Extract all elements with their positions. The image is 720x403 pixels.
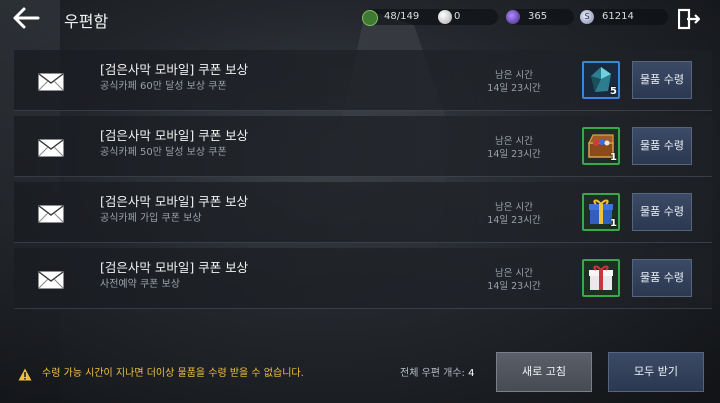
mail-item[interactable]: [검은사막 모바일] 쿠폰 보상 공식카페 가입 쿠폰 보상 남은 시간 14일… — [14, 182, 712, 243]
dark-crystal-icon — [506, 10, 520, 24]
back-arrow-icon[interactable] — [12, 6, 40, 30]
reward-item-count: 5 — [610, 86, 617, 97]
energy-icon — [362, 10, 378, 26]
expiry-warning-text: 수령 가능 시간이 지나면 더이상 물품을 수령 받을 수 없습니다. — [42, 368, 304, 379]
receive-item-button[interactable]: 물품 수령 — [632, 61, 692, 99]
total-mail-count: 전체 우편 개수: 4 — [400, 364, 475, 379]
warning-icon — [18, 366, 32, 381]
resource-energy-value: 48/149 — [384, 11, 420, 22]
remaining-time-value: 14일 23시간 — [487, 149, 541, 160]
envelope-icon — [38, 139, 64, 157]
remaining-time: 남은 시간 14일 23시간 — [484, 201, 544, 227]
receive-item-button[interactable]: 물품 수령 — [632, 193, 692, 231]
refresh-button[interactable]: 새로 고침 — [496, 352, 592, 392]
mail-title: [검은사막 모바일] 쿠폰 보상 — [100, 62, 249, 77]
mail-subtitle: 사전예약 쿠폰 보상 — [100, 279, 180, 290]
mail-item[interactable]: [검은사막 모바일] 쿠폰 보상 사전예약 쿠폰 보상 남은 시간 14일 23… — [14, 248, 712, 309]
pearl-icon — [438, 10, 452, 24]
mail-title: [검은사막 모바일] 쿠폰 보상 — [100, 128, 249, 143]
remaining-time: 남은 시간 14일 23시간 — [484, 267, 544, 293]
white-gift-box-icon — [589, 265, 613, 290]
total-mail-value: 4 — [468, 368, 475, 379]
exit-icon[interactable] — [677, 8, 701, 30]
reward-item-slot[interactable]: 5 — [582, 61, 620, 99]
receive-all-button[interactable]: 모두 받기 — [608, 352, 704, 392]
top-bar: 우편함 48/149 0 365 S 61214 — [0, 0, 720, 38]
receive-item-button[interactable]: 물품 수령 — [632, 127, 692, 165]
resource-pearl: 0 — [438, 9, 502, 25]
remaining-time-label: 남은 시간 — [495, 70, 533, 81]
silver-coin-icon: S — [580, 10, 594, 24]
envelope-icon — [38, 271, 64, 289]
footer-bar: 수령 가능 시간이 지나면 더이상 물품을 수령 받을 수 없습니다. 전체 우… — [0, 344, 720, 403]
resource-dark-crystal-value: 365 — [528, 11, 548, 22]
remaining-time: 남은 시간 14일 23시간 — [484, 135, 544, 161]
receive-item-button[interactable]: 물품 수령 — [632, 259, 692, 297]
remaining-time: 남은 시간 14일 23시간 — [484, 69, 544, 95]
mail-title: [검은사막 모바일] 쿠폰 보상 — [100, 260, 249, 275]
remaining-time-value: 14일 23시간 — [487, 281, 541, 292]
mail-title: [검은사막 모바일] 쿠폰 보상 — [100, 194, 249, 209]
total-mail-label: 전체 우편 개수: — [400, 368, 465, 379]
envelope-icon — [38, 205, 64, 223]
reward-item-count: 1 — [610, 152, 617, 163]
page-title: 우편함 — [64, 12, 109, 31]
reward-item-slot[interactable]: 1 — [582, 193, 620, 231]
resource-silver: S 61214 — [580, 9, 668, 25]
reward-item-slot[interactable]: 1 — [582, 127, 620, 165]
reward-item-count: 1 — [610, 218, 617, 229]
reward-item-slot[interactable] — [582, 259, 620, 297]
resource-pearl-value: 0 — [454, 11, 461, 22]
remaining-time-label: 남은 시간 — [495, 268, 533, 279]
remaining-time-label: 남은 시간 — [495, 136, 533, 147]
mail-subtitle: 공식카페 60만 달성 보상 쿠폰 — [100, 81, 227, 92]
mail-subtitle: 공식카페 가입 쿠폰 보상 — [100, 213, 202, 224]
resource-dark-crystal: 365 — [506, 9, 574, 25]
mail-item[interactable]: [검은사막 모바일] 쿠폰 보상 공식카페 60만 달성 보상 쿠폰 남은 시간… — [14, 50, 712, 111]
envelope-icon — [38, 73, 64, 91]
remaining-time-label: 남은 시간 — [495, 202, 533, 213]
mail-subtitle: 공식카페 50만 달성 보상 쿠폰 — [100, 147, 227, 158]
remaining-time-value: 14일 23시간 — [487, 83, 541, 94]
resource-silver-value: 61214 — [602, 11, 634, 22]
remaining-time-value: 14일 23시간 — [487, 215, 541, 226]
mail-item[interactable]: [검은사막 모바일] 쿠폰 보상 공식카페 50만 달성 보상 쿠폰 남은 시간… — [14, 116, 712, 177]
